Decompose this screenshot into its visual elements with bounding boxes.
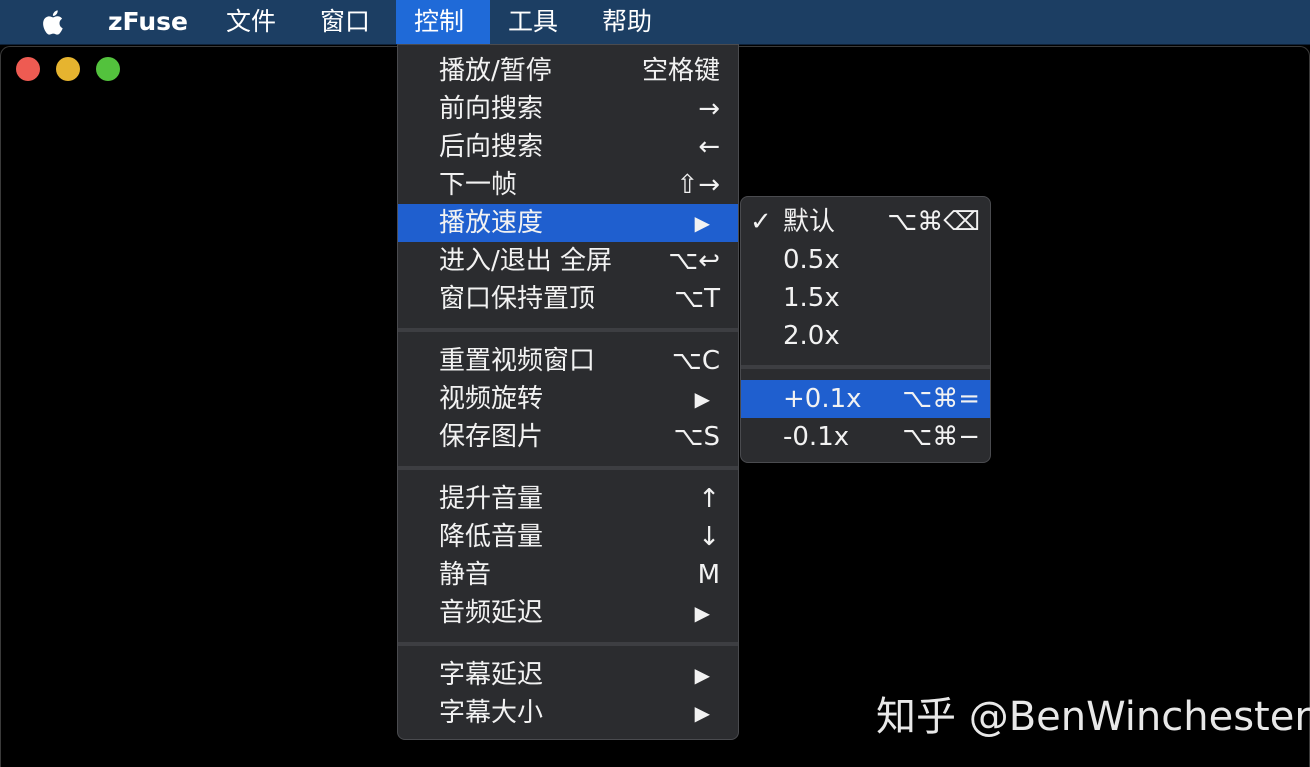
menu-separator xyxy=(398,466,738,470)
menu-item-seek-forward[interactable]: 前向搜索 → xyxy=(398,90,738,128)
menu-item-subtitle-size[interactable]: 字幕大小 ▶ xyxy=(398,694,738,732)
checkmark-icon: ✓ xyxy=(750,207,772,237)
menu-item-always-on-top[interactable]: 窗口保持置顶 ⌥T xyxy=(398,280,738,318)
screen: zFuse 文件 窗口 控制 工具 帮助 播放/暂停 空格键 前向搜索 → 后向… xyxy=(0,0,1310,767)
menu-item-shortcut: 空格键 xyxy=(641,56,720,86)
menu-item-label: 播放/暂停 xyxy=(439,56,552,86)
menu-item-label: 降低音量 xyxy=(439,522,544,552)
speed-item-decrease[interactable]: -0.1x ⌥⌘− xyxy=(741,418,990,456)
menu-item-save-image[interactable]: 保存图片 ⌥S xyxy=(398,418,738,456)
submenu-arrow-icon: ▶ xyxy=(694,663,710,687)
speed-item-default[interactable]: ✓ 默认 ⌥⌘⌫ xyxy=(741,203,990,241)
menu-bar: zFuse 文件 窗口 控制 工具 帮助 xyxy=(0,0,1310,45)
menu-item-label: 播放速度 xyxy=(439,208,544,238)
menu-item-label: 视频旋转 xyxy=(439,384,544,414)
menubar-window[interactable]: 窗口 xyxy=(302,0,388,44)
speed-item-increase[interactable]: +0.1x ⌥⌘= xyxy=(741,380,990,418)
menu-item-label: 音频延迟 xyxy=(439,598,544,628)
menu-item-shortcut: ⇧→ xyxy=(676,170,720,200)
menubar-tools[interactable]: 工具 xyxy=(490,0,576,44)
menu-item-label: 进入/退出 全屏 xyxy=(439,246,613,276)
menu-item-label: 提升音量 xyxy=(439,484,544,514)
minimize-button[interactable] xyxy=(56,57,80,81)
menu-item-label: 窗口保持置顶 xyxy=(439,284,596,314)
menu-separator xyxy=(741,365,990,369)
menu-item-label: 下一帧 xyxy=(439,170,518,200)
playback-speed-submenu: ✓ 默认 ⌥⌘⌫ 0.5x 1.5x 2.0x +0.1x ⌥⌘= -0.1x … xyxy=(740,196,991,463)
menu-item-label: 默认 xyxy=(783,207,836,237)
menu-separator xyxy=(398,642,738,646)
menu-item-volume-up[interactable]: 提升音量 ↑ xyxy=(398,480,738,518)
control-menu: 播放/暂停 空格键 前向搜索 → 后向搜索 ← 下一帧 ⇧→ 播放速度 ▶ 进入… xyxy=(397,44,739,740)
menu-item-label: 静音 xyxy=(439,560,492,590)
menubar-file[interactable]: 文件 xyxy=(208,0,294,44)
menu-item-fullscreen[interactable]: 进入/退出 全屏 ⌥↩ xyxy=(398,242,738,280)
menu-item-label: -0.1x xyxy=(783,422,850,452)
menu-item-label: 字幕延迟 xyxy=(439,660,544,690)
menu-item-label: 重置视频窗口 xyxy=(439,346,596,376)
menu-item-label: 2.0x xyxy=(783,321,840,351)
menu-item-shortcut: M xyxy=(697,560,720,590)
menu-item-reset-window[interactable]: 重置视频窗口 ⌥C xyxy=(398,342,738,380)
menu-item-shortcut: ↓ xyxy=(698,522,720,552)
menu-item-label: 1.5x xyxy=(783,283,840,313)
menu-item-label: 0.5x xyxy=(783,245,840,275)
menu-item-playback-speed[interactable]: 播放速度 ▶ xyxy=(398,204,738,242)
menu-item-label: 前向搜索 xyxy=(439,94,544,124)
menubar-control[interactable]: 控制 xyxy=(396,0,490,44)
menu-item-shortcut: ↑ xyxy=(698,484,720,514)
menu-item-shortcut: ⌥C xyxy=(671,346,720,376)
menu-item-next-frame[interactable]: 下一帧 ⇧→ xyxy=(398,166,738,204)
menubar-app-name[interactable]: zFuse xyxy=(90,0,206,44)
menu-item-label: +0.1x xyxy=(783,384,862,414)
submenu-arrow-icon: ▶ xyxy=(694,387,710,411)
menu-item-shortcut: → xyxy=(698,94,720,124)
menu-item-video-rotate[interactable]: 视频旋转 ▶ xyxy=(398,380,738,418)
menu-item-seek-backward[interactable]: 后向搜索 ← xyxy=(398,128,738,166)
speed-item-1-5x[interactable]: 1.5x xyxy=(741,279,990,317)
submenu-arrow-icon: ▶ xyxy=(694,601,710,625)
menu-item-label: 保存图片 xyxy=(439,422,544,452)
menu-item-shortcut: ⌥S xyxy=(673,422,720,452)
menu-item-mute[interactable]: 静音 M xyxy=(398,556,738,594)
menu-item-play-pause[interactable]: 播放/暂停 空格键 xyxy=(398,52,738,90)
menu-item-subtitle-delay[interactable]: 字幕延迟 ▶ xyxy=(398,656,738,694)
menu-item-label: 字幕大小 xyxy=(439,698,544,728)
menu-item-shortcut: ⌥⌘− xyxy=(902,422,980,452)
apple-icon[interactable] xyxy=(38,6,70,38)
submenu-arrow-icon: ▶ xyxy=(694,211,710,235)
menu-item-audio-delay[interactable]: 音频延迟 ▶ xyxy=(398,594,738,632)
submenu-arrow-icon: ▶ xyxy=(694,701,710,725)
zoom-button[interactable] xyxy=(96,57,120,81)
menu-item-volume-down[interactable]: 降低音量 ↓ xyxy=(398,518,738,556)
watermark: 知乎 @BenWinchester xyxy=(876,694,1310,740)
menu-item-label: 后向搜索 xyxy=(439,132,544,162)
menu-separator xyxy=(398,328,738,332)
speed-item-2-0x[interactable]: 2.0x xyxy=(741,317,990,355)
speed-item-0-5x[interactable]: 0.5x xyxy=(741,241,990,279)
menu-item-shortcut: ⌥⌘⌫ xyxy=(887,207,980,237)
menu-item-shortcut: ⌥T xyxy=(674,284,720,314)
menu-item-shortcut: ⌥↩ xyxy=(668,246,720,276)
menubar-help[interactable]: 帮助 xyxy=(584,0,670,44)
menu-item-shortcut: ← xyxy=(698,132,720,162)
close-button[interactable] xyxy=(16,57,40,81)
menu-item-shortcut: ⌥⌘= xyxy=(902,384,980,414)
